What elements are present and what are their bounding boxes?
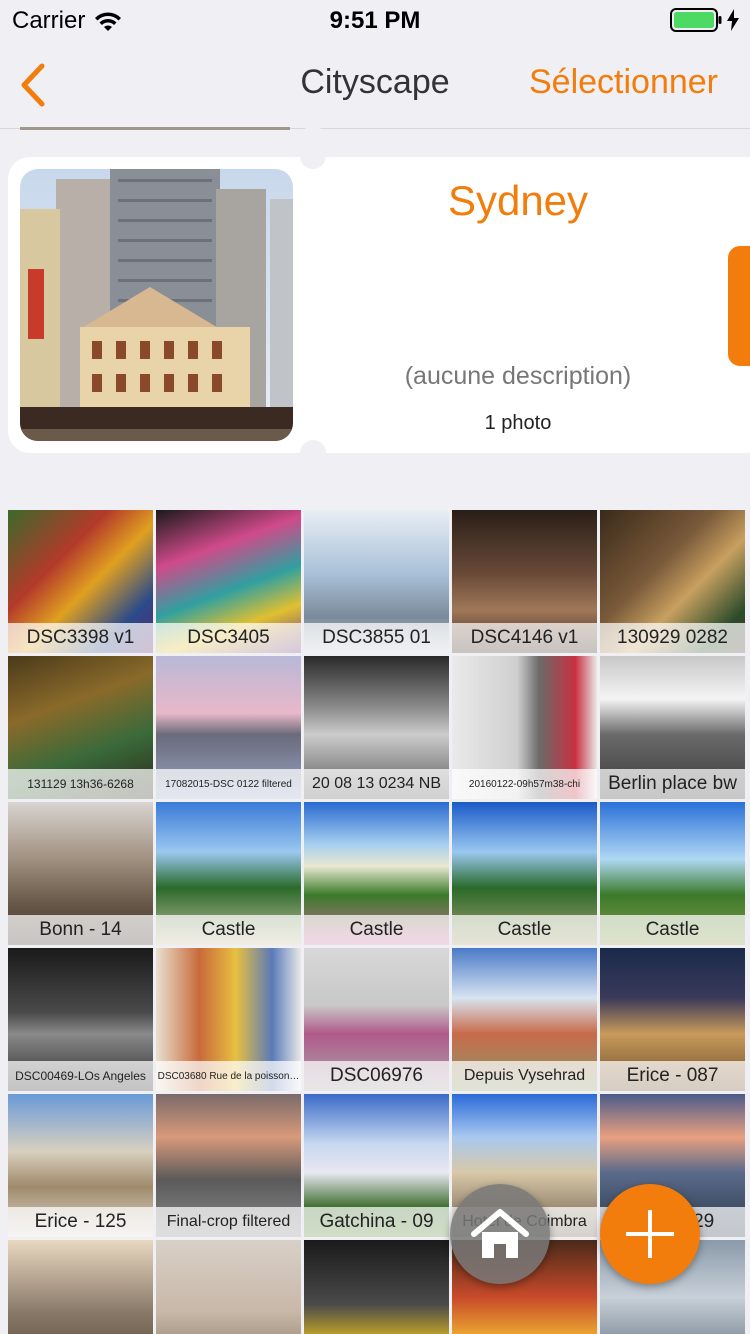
battery-group — [670, 8, 740, 32]
home-button[interactable] — [450, 1184, 550, 1284]
photo-label: DSC3398 v1 — [8, 623, 153, 653]
photo-tile[interactable]: DSC4146 v1 — [452, 510, 597, 653]
photo-tile[interactable]: Erice - 125 — [8, 1094, 153, 1237]
previous-album-card-edge — [20, 127, 290, 130]
card-notch — [300, 440, 326, 466]
photo-tile[interactable]: Depuis Vysehrad — [452, 948, 597, 1091]
photo-label: DSC03680 Rue de la poisson… — [156, 1061, 301, 1091]
plus-icon — [626, 1210, 674, 1258]
photo-label: 20 08 13 0234 NB — [304, 769, 449, 799]
status-bar: Carrier 9:51 PM — [0, 0, 750, 40]
album-cover-art — [20, 169, 293, 441]
photo-tile[interactable]: DSC3855 01 — [304, 510, 449, 653]
photo-tile[interactable] — [304, 1240, 449, 1334]
album-card[interactable]: Sydney (aucune description) 1 photo — [8, 157, 750, 453]
photo-tile[interactable]: 17082015-DSC 0122 filtered — [156, 656, 301, 799]
photo-thumbnail — [304, 1240, 449, 1334]
navigation-bar: Cityscape Sélectionner — [0, 40, 750, 129]
photo-tile[interactable]: DSC3398 v1 — [8, 510, 153, 653]
photo-label: Bonn - 14 — [8, 915, 153, 945]
photo-tile[interactable] — [156, 1240, 301, 1334]
photo-tile[interactable]: DSC3405 — [156, 510, 301, 653]
photo-tile[interactable]: Erice - 087 — [600, 948, 745, 1091]
photo-tile[interactable]: Castle — [156, 802, 301, 945]
photo-tile[interactable]: 131129 13h36-6268 — [8, 656, 153, 799]
photo-label: DSC4146 v1 — [452, 623, 597, 653]
photo-label: Castle — [452, 915, 597, 945]
photo-tile[interactable]: 20160122-09h57m38-chi — [452, 656, 597, 799]
album-cover-image — [20, 169, 293, 441]
photo-label: Castle — [304, 915, 449, 945]
photo-label: Erice - 087 — [600, 1061, 745, 1091]
photo-tile[interactable] — [8, 1240, 153, 1334]
photo-tile[interactable]: DSC03680 Rue de la poisson… — [156, 948, 301, 1091]
photo-label: Depuis Vysehrad — [452, 1061, 597, 1091]
photo-thumbnail — [8, 1240, 153, 1334]
home-icon — [471, 1209, 529, 1258]
photo-label: Castle — [156, 915, 301, 945]
photo-label: DSC06976 — [304, 1061, 449, 1091]
clock: 9:51 PM — [329, 7, 421, 34]
photo-label: 17082015-DSC 0122 filtered — [156, 769, 301, 799]
photo-tile[interactable]: DSC00469-LOs Angeles — [8, 948, 153, 1091]
select-button[interactable]: Sélectionner — [529, 63, 718, 102]
photo-tile[interactable]: DSC06976 — [304, 948, 449, 1091]
photo-label: 130929 0282 — [600, 623, 745, 653]
photo-tile[interactable]: Berlin place bw — [600, 656, 745, 799]
photo-label: Castle — [600, 915, 745, 945]
photo-tile[interactable]: Final-crop filtered — [156, 1094, 301, 1237]
charging-bolt-icon — [727, 9, 739, 31]
photo-tile[interactable]: Bonn - 14 — [8, 802, 153, 945]
photo-label: DSC3855 01 — [304, 623, 449, 653]
photo-tile[interactable]: 20 08 13 0234 NB — [304, 656, 449, 799]
add-button[interactable] — [600, 1184, 700, 1284]
photo-label: Final-crop filtered — [156, 1207, 301, 1237]
album-photo-count: 1 photo — [484, 412, 552, 434]
album-name: Sydney — [447, 177, 589, 224]
photo-label: Gatchina - 09 — [304, 1207, 449, 1237]
photo-label: DSC00469-LOs Angeles — [8, 1061, 153, 1091]
photo-label: DSC3405 — [156, 623, 301, 653]
photo-tile[interactable]: Gatchina - 09 — [304, 1094, 449, 1237]
photo-label: Berlin place bw — [600, 769, 745, 799]
card-notch — [300, 143, 326, 169]
photo-tile[interactable]: 130929 0282 — [600, 510, 745, 653]
side-drawer-tab[interactable] — [728, 246, 750, 366]
photo-tile[interactable]: Castle — [304, 802, 449, 945]
photo-label: 20160122-09h57m38-chi — [452, 769, 597, 799]
photo-label: 131129 13h36-6268 — [8, 769, 153, 799]
photo-tile[interactable]: Castle — [600, 802, 745, 945]
album-description: (aucune description) — [404, 362, 632, 390]
battery-icon — [670, 8, 722, 32]
photo-tile[interactable]: Castle — [452, 802, 597, 945]
photo-label: Erice - 125 — [8, 1207, 153, 1237]
photo-thumbnail — [156, 1240, 301, 1334]
